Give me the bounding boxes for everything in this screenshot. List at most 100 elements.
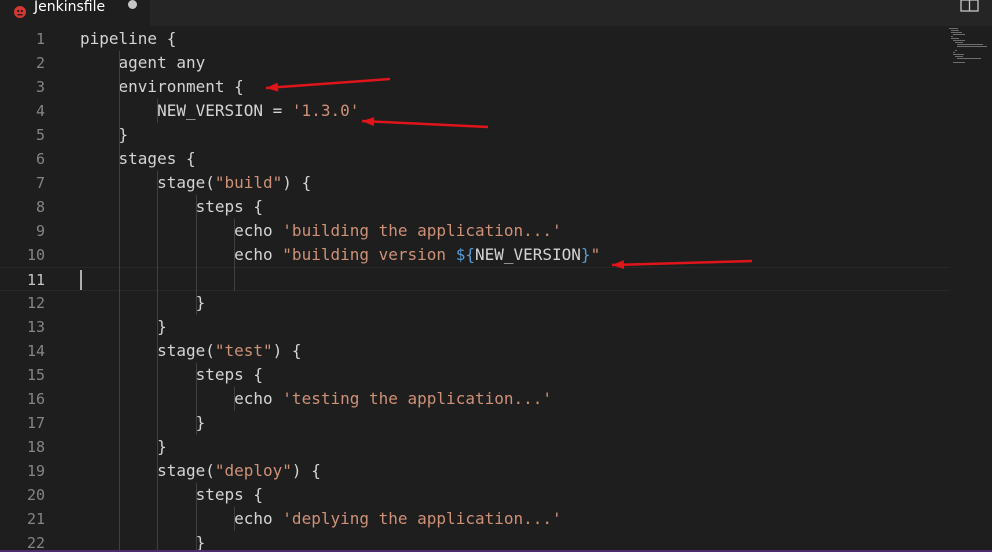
code-line[interactable]: 7 stage("build") {: [0, 171, 950, 195]
code-token: stages {: [80, 149, 196, 168]
code-token: }: [80, 293, 206, 312]
code-token: '1.3.0': [291, 101, 360, 120]
indent-guide: [234, 507, 236, 531]
code-line[interactable]: 4 NEW_VERSION = '1.3.0': [0, 99, 950, 123]
code-line[interactable]: 15 steps {: [0, 363, 950, 387]
line-number: 10: [26, 246, 45, 264]
code-line[interactable]: 16 echo 'testing the application...': [0, 387, 950, 411]
code-token: steps {: [80, 485, 264, 504]
code-token: steps {: [80, 197, 264, 216]
code-token: pipeline {: [80, 29, 177, 48]
code-line[interactable]: 11: [0, 267, 950, 291]
line-number: 17: [26, 414, 45, 432]
code-token: echo: [80, 389, 283, 408]
line-number: 12: [26, 294, 45, 312]
code-text: }: [80, 435, 167, 459]
line-number: 21: [26, 510, 45, 528]
code-token: }: [80, 317, 167, 336]
code-line[interactable]: 20 steps {: [0, 483, 950, 507]
code-line[interactable]: 22 }: [0, 531, 950, 552]
indent-guide: [195, 363, 197, 435]
code-text: steps {: [80, 195, 263, 219]
code-token: }: [80, 413, 206, 432]
minimap[interactable]: [948, 26, 990, 66]
code-line[interactable]: 6 stages {: [0, 147, 950, 171]
code-token: ) {: [291, 461, 321, 480]
code-token: 'deplying the application...': [282, 509, 562, 528]
code-line[interactable]: 19 stage("deploy") {: [0, 459, 950, 483]
indent-guide: [195, 195, 197, 315]
code-text: steps {: [80, 363, 263, 387]
code-line[interactable]: 1 pipeline {: [0, 27, 950, 51]
text-cursor: [80, 270, 82, 290]
line-number: 9: [35, 222, 45, 240]
code-token: stage(: [80, 173, 215, 192]
line-number: 2: [35, 54, 45, 72]
code-line[interactable]: 18 }: [0, 435, 950, 459]
indent-guide: [234, 387, 236, 411]
tab-jenkinsfile[interactable]: Jenkinsfile: [0, 0, 150, 26]
code-line[interactable]: 14 stage("test") {: [0, 339, 950, 363]
code-token: ${: [455, 245, 475, 264]
tab-bar: Jenkinsfile: [0, 0, 992, 26]
tab-filename: Jenkinsfile: [34, 0, 106, 15]
code-token: echo: [80, 509, 283, 528]
code-token: ) {: [282, 173, 312, 192]
code-line[interactable]: 17 }: [0, 411, 950, 435]
code-text: }: [80, 531, 206, 552]
code-token: }: [580, 245, 591, 264]
indent-guide: [118, 51, 120, 552]
line-number: 11: [26, 271, 45, 289]
code-text: steps {: [80, 483, 263, 507]
code-text: }: [80, 291, 206, 315]
code-text: pipeline {: [80, 27, 176, 51]
code-token: steps {: [80, 365, 264, 384]
code-text: }: [80, 411, 206, 435]
line-number: 15: [26, 366, 45, 384]
line-number: 4: [35, 102, 45, 120]
code-line[interactable]: 9 echo 'building the application...': [0, 219, 950, 243]
code-line[interactable]: 13 }: [0, 315, 950, 339]
code-text: NEW_VERSION = '1.3.0': [80, 99, 359, 123]
code-token: "build": [214, 173, 283, 192]
line-number: 5: [35, 126, 45, 144]
code-token: "test": [214, 341, 273, 360]
code-line[interactable]: 12 }: [0, 291, 950, 315]
code-token: 'testing the application...': [282, 389, 553, 408]
indent-guide: [157, 171, 159, 552]
code-editor[interactable]: 1 pipeline {2 agent any 3 environment {4 N…: [0, 26, 992, 552]
code-token: "deploy": [214, 461, 292, 480]
code-line[interactable]: 2 agent any: [0, 51, 950, 75]
code-text: }: [80, 123, 129, 147]
code-token: ": [590, 245, 601, 264]
jenkins-file-icon: [14, 6, 26, 18]
code-token: }: [80, 437, 167, 456]
code-token: }: [80, 125, 129, 144]
code-token: NEW_VERSION: [474, 245, 581, 264]
code-line[interactable]: 3 environment {: [0, 75, 950, 99]
code-line[interactable]: 10 echo "building version ${NEW_VERSION}…: [0, 243, 950, 267]
code-line[interactable]: 21 echo 'deplying the application...': [0, 507, 950, 531]
code-token: agent any: [80, 53, 206, 72]
code-token: environment {: [80, 77, 244, 96]
code-token: NEW_VERSION =: [80, 101, 292, 120]
line-number: 20: [26, 486, 45, 504]
code-text: echo 'testing the application...': [80, 387, 552, 411]
indent-guide: [234, 219, 236, 291]
code-token: stage(: [80, 341, 215, 360]
code-text: environment {: [80, 75, 244, 99]
code-text: }: [80, 315, 167, 339]
code-text: agent any: [80, 51, 206, 75]
line-number: 18: [26, 438, 45, 456]
code-text: stage("deploy") {: [80, 459, 321, 483]
split-editor-icon[interactable]: [960, 0, 980, 12]
line-number: 6: [35, 150, 45, 168]
code-token: echo: [80, 245, 283, 264]
code-line[interactable]: 8 steps {: [0, 195, 950, 219]
line-number: 8: [35, 198, 45, 216]
unsaved-changes-dot[interactable]: [128, 0, 137, 9]
code-token: stage(: [80, 461, 215, 480]
line-number: 7: [35, 174, 45, 192]
line-number: 13: [26, 318, 45, 336]
code-line[interactable]: 5 }: [0, 123, 950, 147]
